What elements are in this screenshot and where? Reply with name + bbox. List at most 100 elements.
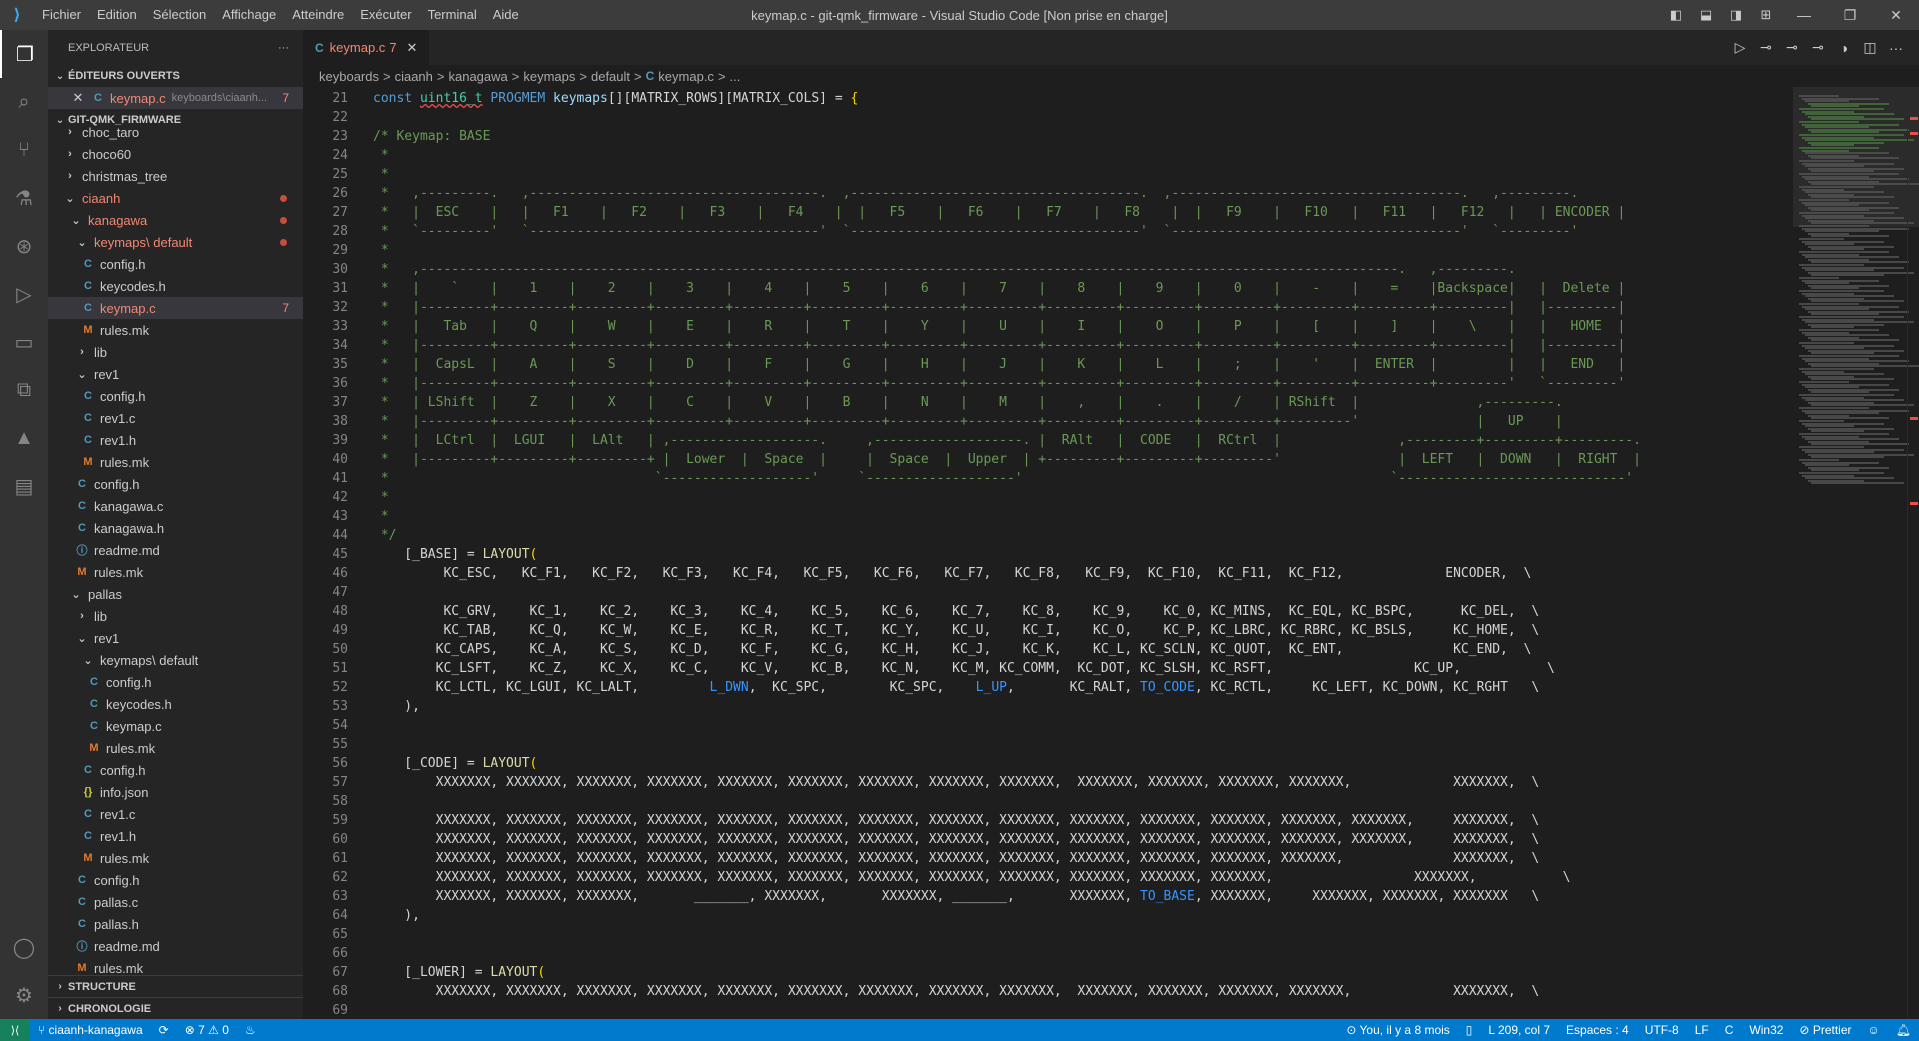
tree-file[interactable]: Crev1.h xyxy=(48,429,303,451)
timeline-icon[interactable]: ⊸ xyxy=(1779,39,1805,56)
tree-folder[interactable]: ⌄ keymaps\ default xyxy=(48,649,303,671)
tree-file[interactable]: Mrules.mk xyxy=(48,847,303,869)
tree-file[interactable]: Crev1.c xyxy=(48,407,303,429)
close-tab-icon[interactable]: ✕ xyxy=(407,40,418,56)
toggle-sidebar-icon[interactable]: ◧ xyxy=(1661,7,1691,23)
language-mode[interactable]: C xyxy=(1717,1023,1742,1037)
menu-go[interactable]: Atteindre xyxy=(284,0,352,30)
prettier-indicator[interactable]: ⊘ Prettier xyxy=(1791,1023,1859,1037)
breadcrumb-item[interactable]: kanagawa xyxy=(448,69,507,84)
tree-file[interactable]: Cconfig.h xyxy=(48,759,303,781)
tree-file[interactable]: Ckanagawa.c xyxy=(48,495,303,517)
open-editors-section[interactable]: ⌄ ÉDITEURS OUVERTS xyxy=(48,65,303,87)
tree-folder[interactable]: ⌄ pallas xyxy=(48,583,303,605)
split-editor-icon[interactable]: ◫ xyxy=(1857,39,1883,56)
go-back-icon[interactable]: ⊸ xyxy=(1753,39,1779,56)
tree-file[interactable]: Ckanagawa.h xyxy=(48,517,303,539)
sync-icon[interactable]: ⟳ xyxy=(151,1023,177,1037)
search-icon[interactable]: ⌕ xyxy=(0,78,48,126)
extensions-icon[interactable]: ⧉ xyxy=(0,366,48,414)
settings-gear-icon[interactable]: ⚙ xyxy=(0,971,48,1019)
tree-file[interactable]: ⓘ readme.md xyxy=(48,539,303,561)
run-debug-icon[interactable]: ▷ xyxy=(1727,39,1753,56)
tree-file[interactable]: Ckeymap.c xyxy=(48,715,303,737)
source-control-icon[interactable]: ⑂ xyxy=(0,126,48,174)
tree-folder[interactable]: ⌄ kanagawa xyxy=(48,209,303,231)
tree-folder[interactable]: › lib xyxy=(48,341,303,363)
tree-file[interactable]: Mrules.mk xyxy=(48,319,303,341)
restore-button[interactable]: ❐ xyxy=(1827,7,1873,24)
tree-file[interactable]: Ckeymap.c 7 xyxy=(48,297,303,319)
toggle-panel-icon[interactable]: ⬓ xyxy=(1691,7,1721,23)
open-editor-item[interactable]: ✕ C keymap.c keyboards\ciaanh... 7 xyxy=(48,87,303,109)
breadcrumb-item[interactable]: ... xyxy=(730,69,741,84)
tree-file[interactable]: {} info.json xyxy=(48,781,303,803)
timeline-section[interactable]: › CHRONOLOGIE xyxy=(48,997,303,1019)
remote-explorer-icon[interactable]: ▭ xyxy=(0,318,48,366)
account-icon[interactable]: ◯ xyxy=(0,923,48,971)
breadcrumb-item[interactable]: default xyxy=(591,69,630,84)
tree-file[interactable]: ⓘ readme.md xyxy=(48,935,303,957)
breadcrumb-item[interactable]: ciaanh xyxy=(395,69,433,84)
tree-file[interactable]: Mrules.mk xyxy=(48,561,303,583)
cursor-position[interactable]: L 209, col 7 xyxy=(1480,1023,1558,1037)
tree-file[interactable]: Cpallas.c xyxy=(48,891,303,913)
tree-folder[interactable]: › christmas_tree xyxy=(48,165,303,187)
close-icon[interactable]: ✕ xyxy=(70,90,86,106)
testing-flask-icon[interactable]: ⚗ xyxy=(0,174,48,222)
tab-keymap-c[interactable]: C keymap.c 7 ✕ xyxy=(303,30,430,65)
encoding[interactable]: UTF-8 xyxy=(1637,1023,1687,1037)
remote-indicator-icon[interactable]: ⟩⟨ xyxy=(0,1019,30,1041)
tree-file[interactable]: Crev1.c xyxy=(48,803,303,825)
menu-help[interactable]: Aide xyxy=(485,0,527,30)
tree-file[interactable]: Crev1.h xyxy=(48,825,303,847)
close-window-button[interactable]: ✕ xyxy=(1873,7,1919,24)
git-blame[interactable]: ⊙ You, il y a 8 mois xyxy=(1338,1023,1457,1037)
tree-file[interactable]: Mrules.mk xyxy=(48,451,303,473)
menu-terminal[interactable]: Terminal xyxy=(420,0,485,30)
minimap[interactable] xyxy=(1793,87,1919,1019)
git-graph-icon[interactable]: ⊛ xyxy=(0,222,48,270)
tree-file[interactable]: Cpallas.h xyxy=(48,913,303,935)
breadcrumb-item[interactable]: keymap.c xyxy=(658,69,714,84)
tree-file[interactable]: Mrules.mk xyxy=(48,737,303,759)
tree-file[interactable]: Ckeycodes.h xyxy=(48,275,303,297)
tree-folder[interactable]: › choco60 xyxy=(48,143,303,165)
toggle-secondary-sidebar-icon[interactable]: ◨ xyxy=(1721,7,1751,23)
flame-icon[interactable]: ♨ xyxy=(237,1023,264,1037)
menu-file[interactable]: Fichier xyxy=(34,0,89,30)
run-debug-icon[interactable]: ▷ xyxy=(0,270,48,318)
indentation[interactable]: Espaces : 4 xyxy=(1558,1023,1637,1037)
menu-selection[interactable]: Sélection xyxy=(145,0,214,30)
minimize-button[interactable]: — xyxy=(1781,7,1827,23)
compare-icon[interactable]: ◑ xyxy=(1831,40,1857,56)
platform[interactable]: Win32 xyxy=(1741,1023,1791,1037)
more-actions-icon[interactable]: ··· xyxy=(1883,40,1909,56)
tree-file[interactable]: Ckeycodes.h xyxy=(48,693,303,715)
outline-section[interactable]: › STRUCTURE xyxy=(48,975,303,997)
customize-layout-icon[interactable]: ⊞ xyxy=(1751,7,1781,23)
azure-icon[interactable]: ▲ xyxy=(0,414,48,462)
tree-file[interactable]: Cconfig.h xyxy=(48,869,303,891)
end-of-line[interactable]: LF xyxy=(1687,1023,1717,1037)
tree-folder[interactable]: ⌄ keymaps\ default xyxy=(48,231,303,253)
tree-folder[interactable]: ⌄ rev1 xyxy=(48,627,303,649)
tree-file[interactable]: Cconfig.h xyxy=(48,385,303,407)
notebook-icon[interactable]: ▯ xyxy=(1458,1023,1481,1037)
code-view[interactable]: 21 const uint16_t PROGMEM keymaps[][MATRI… xyxy=(303,87,1783,1019)
notifications-bell-icon[interactable]: 🔔︎ xyxy=(1888,1023,1919,1037)
feedback-icon[interactable]: ☺ xyxy=(1860,1023,1888,1037)
tree-folder[interactable]: ⌄ rev1 xyxy=(48,363,303,385)
breadcrumb-item[interactable]: keyboards xyxy=(319,69,379,84)
menu-view[interactable]: Affichage xyxy=(214,0,284,30)
breadcrumb-item[interactable]: keymaps xyxy=(523,69,575,84)
terminal-panel-icon[interactable]: ▤ xyxy=(0,462,48,510)
branch-indicator[interactable]: ⑂ ciaanh-kanagawa xyxy=(30,1023,151,1037)
problems-indicator[interactable]: ⊗ 7 ⚠ 0 xyxy=(177,1023,237,1037)
tree-file[interactable]: Cconfig.h xyxy=(48,473,303,495)
explorer-icon[interactable]: ❐ xyxy=(0,30,48,78)
more-actions-icon[interactable]: ··· xyxy=(278,42,289,54)
tree-file[interactable]: Cconfig.h xyxy=(48,671,303,693)
tree-folder[interactable]: › choc_taro xyxy=(48,121,303,143)
menu-edit[interactable]: Edition xyxy=(89,0,145,30)
